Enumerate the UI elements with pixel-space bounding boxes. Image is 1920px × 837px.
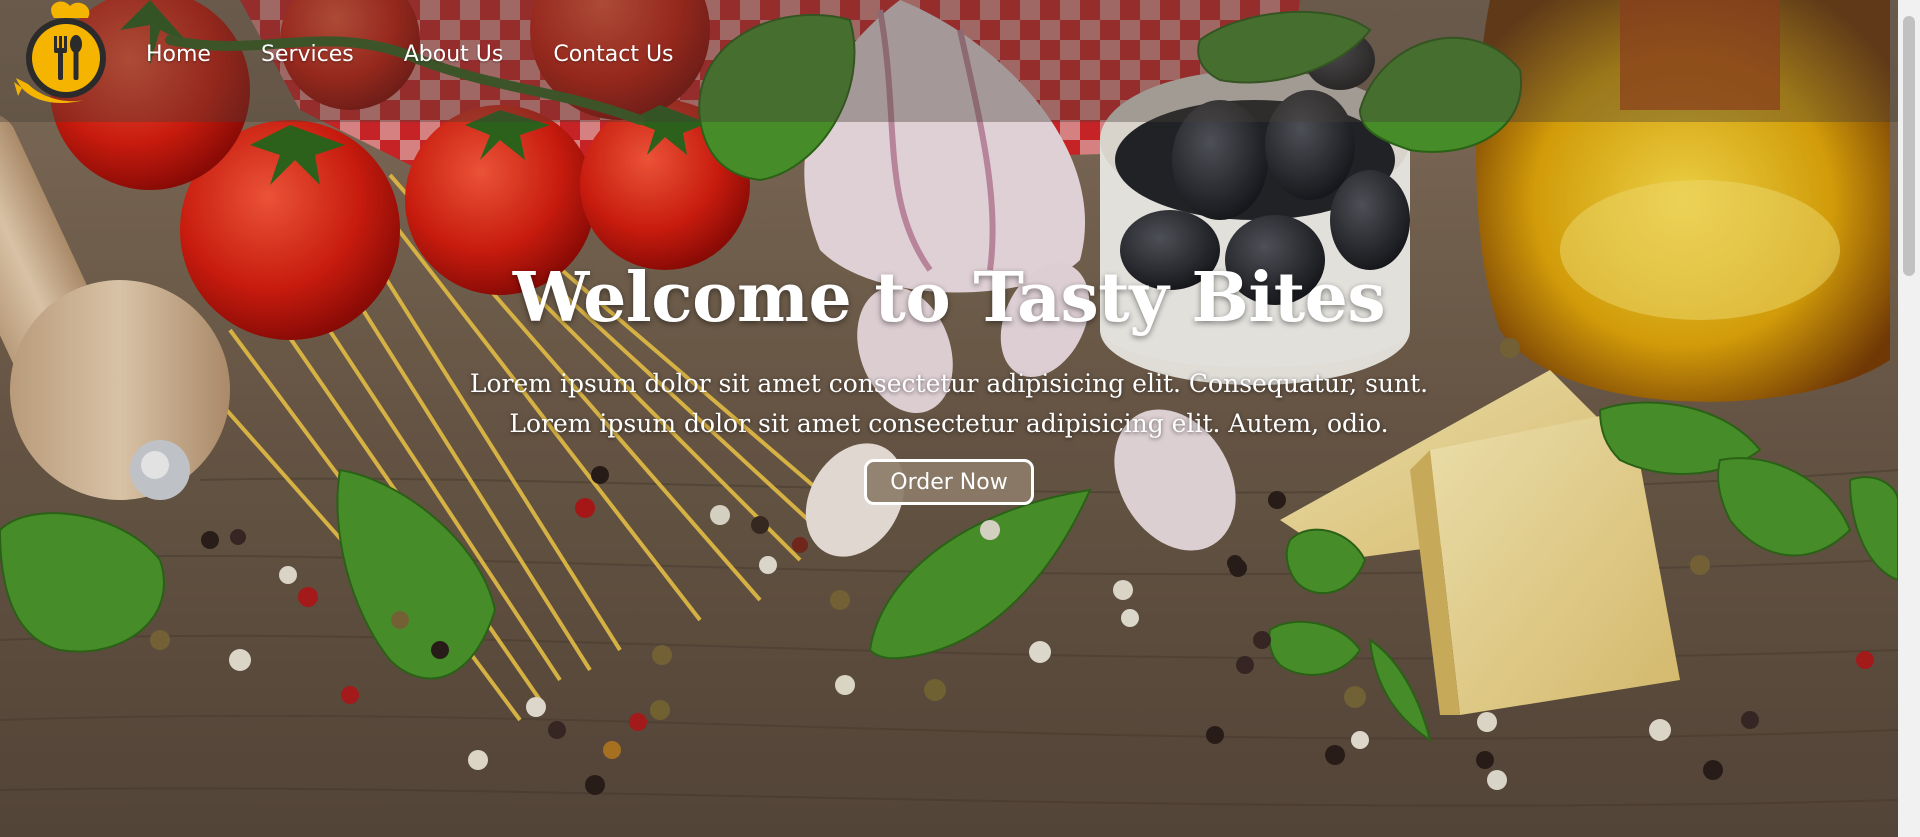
hero-description-line-2: Lorem ipsum dolor sit amet consectetur a… xyxy=(509,409,1389,438)
main-nav: Home Services About Us Contact Us xyxy=(146,42,674,67)
hero-title: Welcome to Tasty Bites xyxy=(512,258,1386,338)
page: Home Services About Us Contact Us Welcom… xyxy=(0,0,1920,837)
hero-description-line-1: Lorem ipsum dolor sit amet consectetur a… xyxy=(469,369,1429,398)
page-scrollbar[interactable] xyxy=(1898,0,1920,837)
order-now-button[interactable]: Order Now xyxy=(864,459,1034,505)
nav-services-link[interactable]: Services xyxy=(261,42,354,67)
hero-description: Lorem ipsum dolor sit amet consectetur a… xyxy=(0,364,1898,444)
scrollbar-thumb[interactable] xyxy=(1903,16,1915,276)
nav-about-link[interactable]: About Us xyxy=(404,42,504,67)
hero-section: Welcome to Tasty Bites Lorem ipsum dolor… xyxy=(0,0,1898,837)
navbar: Home Services About Us Contact Us xyxy=(0,0,1898,122)
nav-home-link[interactable]: Home xyxy=(146,42,211,67)
nav-contact-link[interactable]: Contact Us xyxy=(553,42,673,67)
chef-hat-logo-icon[interactable] xyxy=(14,0,110,118)
